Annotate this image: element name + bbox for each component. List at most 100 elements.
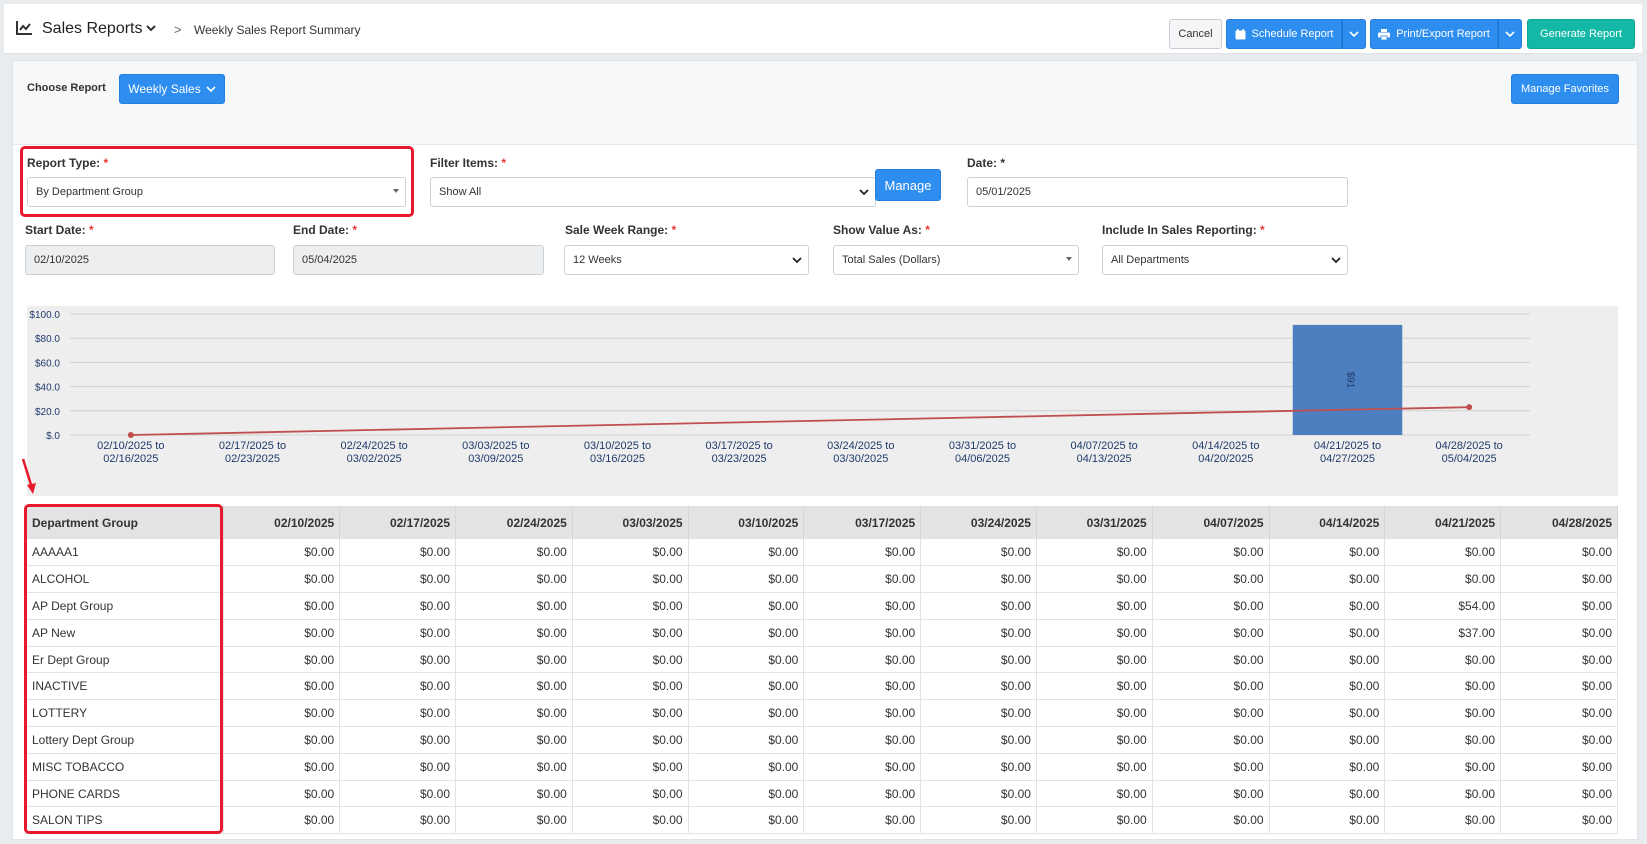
sales-value-cell: $0.00 [1384, 806, 1502, 835]
sales-value-cell: $0.00 [1269, 592, 1386, 620]
sales-value-cell: $0.00 [1500, 753, 1618, 781]
printer-icon [1378, 28, 1391, 40]
sales-value-cell: $0.00 [803, 539, 922, 567]
sales-value-cell: $0.00 [1500, 672, 1618, 701]
sales-value-cell: $0.00 [1152, 726, 1270, 754]
column-header-week[interactable]: 02/17/2025 [339, 506, 456, 539]
chevron-down-icon[interactable] [145, 23, 157, 33]
department-group-cell: AP Dept Group [24, 592, 225, 620]
table-row: MISC TOBACCO $0.00 $0.00 $0.00 $0.00 $0.00 $0.… [24, 753, 1618, 781]
column-header-week[interactable]: 03/17/2025 [803, 506, 922, 539]
column-header-week[interactable]: 04/07/2025 [1152, 506, 1270, 539]
y-tick-label: $100.0 [29, 310, 60, 321]
x-tick-label: 02/23/2025 [225, 453, 280, 465]
sales-value-cell: $0.00 [1036, 539, 1153, 567]
print-dropdown-toggle[interactable] [1498, 19, 1522, 49]
table-row: SALON TIPS $0.00 $0.00 $0.00 $0.00 $0.00 $0.00… [24, 806, 1618, 835]
cancel-label: Cancel [1178, 28, 1213, 40]
column-header-week[interactable]: 03/31/2025 [1036, 506, 1153, 539]
column-header-department-group[interactable]: Department Group [24, 506, 225, 539]
sale-week-range-select[interactable]: 12 Weeks [564, 245, 809, 275]
sales-value-cell: $0.00 [920, 592, 1037, 620]
end-date-value: 05/04/2025 [302, 254, 358, 266]
column-header-week[interactable]: 03/24/2025 [920, 506, 1037, 539]
sales-value-cell: $0.00 [803, 726, 922, 754]
page-title[interactable]: Sales Reports [42, 20, 143, 38]
column-header-week[interactable]: 02/10/2025 [223, 506, 341, 539]
generate-label: Generate Report [1540, 28, 1622, 40]
sales-value-cell: $0.00 [688, 806, 805, 835]
show-value-as-select[interactable]: Total Sales (Dollars) [833, 245, 1079, 275]
generate-report-button[interactable]: Generate Report [1527, 19, 1635, 49]
column-header-week[interactable]: 03/03/2025 [572, 506, 689, 539]
sales-value-cell: $0.00 [455, 699, 573, 728]
sales-value-cell: $0.00 [1384, 646, 1502, 674]
start-date-input: 02/10/2025 [25, 245, 275, 275]
sales-value-cell: $0.00 [1036, 646, 1153, 674]
calendar-icon [1235, 28, 1246, 39]
department-group-cell: INACTIVE [24, 672, 225, 701]
cancel-button[interactable]: Cancel [1169, 19, 1222, 49]
report-selector-label: Weekly Sales [128, 82, 201, 96]
department-group-cell: Lottery Dept Group [24, 726, 225, 754]
sales-value-cell: $0.00 [1036, 672, 1153, 701]
chevron-down-icon [859, 189, 869, 196]
sales-value-cell: $54.00 [1384, 592, 1502, 620]
sales-value-cell: $0.00 [1152, 592, 1270, 620]
y-tick-label: $.0 [46, 431, 60, 442]
x-tick-label: 04/13/2025 [1077, 453, 1132, 465]
column-header-week[interactable]: 04/21/2025 [1384, 506, 1502, 539]
manage-favorites-button[interactable]: Manage Favorites [1511, 74, 1619, 104]
sales-value-cell: $0.00 [803, 753, 922, 781]
table-row: AP Dept Group $0.00 $0.00 $0.00 $0.00 $0.00 $0… [24, 592, 1618, 620]
sales-value-cell: $0.00 [688, 592, 805, 620]
filter-items-select[interactable]: Show All [430, 177, 876, 207]
sales-value-cell: $0.00 [803, 565, 922, 594]
sales-value-cell: $0.00 [339, 565, 456, 594]
sales-value-cell: $0.00 [803, 646, 922, 674]
column-header-week[interactable]: 02/24/2025 [455, 506, 573, 539]
sales-value-cell: $0.00 [1152, 699, 1270, 728]
sales-value-cell: $0.00 [920, 565, 1037, 594]
department-group-cell: ALCOHOL [24, 565, 225, 594]
manage-filter-button[interactable]: Manage [875, 169, 941, 201]
report-selector-button[interactable]: Weekly Sales [119, 74, 225, 104]
date-input[interactable]: 05/01/2025 [967, 177, 1348, 207]
include-in-sales-select[interactable]: All Departments [1102, 245, 1348, 275]
start-date-value: 02/10/2025 [34, 254, 90, 266]
sales-value-cell: $0.00 [1269, 780, 1386, 808]
sales-value-cell: $0.00 [572, 699, 689, 728]
sales-value-cell: $0.00 [339, 726, 456, 754]
column-header-week[interactable]: 04/14/2025 [1269, 506, 1386, 539]
sales-value-cell: $0.00 [1384, 753, 1502, 781]
sales-value-cell: $0.00 [1036, 806, 1153, 835]
column-header-week[interactable]: 04/28/2025 [1500, 506, 1618, 539]
sales-value-cell: $0.00 [223, 592, 341, 620]
sales-value-cell: $0.00 [455, 753, 573, 781]
sales-value-cell: $0.00 [339, 699, 456, 728]
sales-value-cell: $0.00 [339, 672, 456, 701]
sales-value-cell: $0.00 [572, 646, 689, 674]
x-tick-label: 03/16/2025 [590, 453, 645, 465]
x-tick-label: 02/16/2025 [103, 453, 158, 465]
sales-value-cell: $0.00 [455, 672, 573, 701]
column-header-week[interactable]: 03/10/2025 [688, 506, 805, 539]
sales-value-cell: $0.00 [339, 592, 456, 620]
sales-value-cell: $0.00 [1384, 672, 1502, 701]
print-export-button[interactable]: Print/Export Report [1370, 19, 1498, 49]
sales-value-cell: $0.00 [1500, 539, 1618, 567]
schedule-report-button[interactable]: Schedule Report [1226, 19, 1342, 49]
x-tick-label: 04/14/2025 to [1192, 440, 1259, 452]
sales-value-cell: $0.00 [223, 672, 341, 701]
sales-value-cell: $0.00 [688, 726, 805, 754]
trend-point [127, 432, 134, 438]
table-row: INACTIVE $0.00 $0.00 $0.00 $0.00 $0.00 $0.00 $0… [24, 672, 1618, 701]
sales-value-cell: $0.00 [803, 806, 922, 835]
table-row: Er Dept Group $0.00 $0.00 $0.00 $0.00 $0.00 $0… [24, 646, 1618, 674]
schedule-dropdown-toggle[interactable] [1342, 19, 1366, 49]
report-type-select[interactable]: By Department Group [27, 177, 406, 207]
sales-value-cell: $0.00 [1269, 646, 1386, 674]
sales-value-cell: $0.00 [1500, 806, 1618, 835]
sales-value-cell: $0.00 [455, 565, 573, 594]
sales-value-cell: $0.00 [223, 539, 341, 567]
